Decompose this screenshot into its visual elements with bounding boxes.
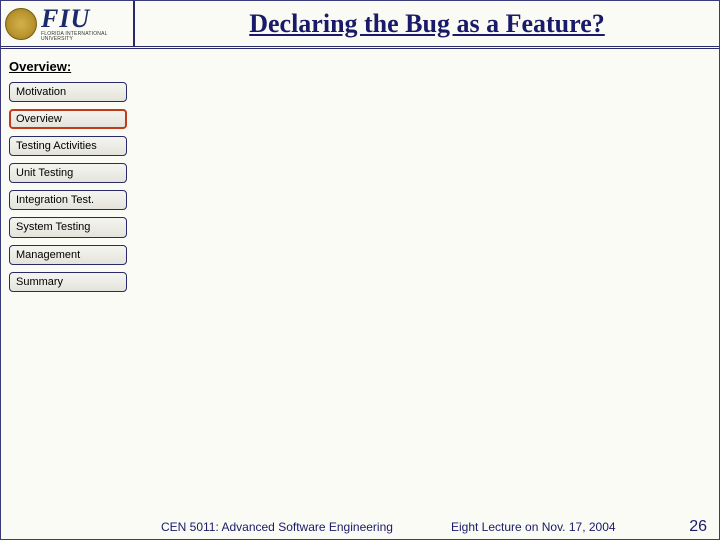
footer-page-number: 26 <box>689 518 707 536</box>
slide-title: Declaring the Bug as a Feature? <box>249 9 605 39</box>
sidebar-item-integration-test[interactable]: Integration Test. <box>9 190 127 210</box>
sidebar: Overview: Motivation Overview Testing Ac… <box>1 49 135 517</box>
sidebar-item-summary[interactable]: Summary <box>9 272 127 292</box>
sidebar-item-testing-activities[interactable]: Testing Activities <box>9 136 127 156</box>
logo-box: FIU FLORIDA INTERNATIONAL UNIVERSITY <box>1 1 135 46</box>
logo-text-block: FIU FLORIDA INTERNATIONAL UNIVERSITY <box>41 6 129 42</box>
title-box: Declaring the Bug as a Feature? <box>135 1 719 46</box>
footer-course: CEN 5011: Advanced Software Engineering <box>161 520 393 534</box>
logo-acronym: FIU <box>41 6 129 32</box>
logo-fullname: FLORIDA INTERNATIONAL UNIVERSITY <box>41 32 129 42</box>
sidebar-item-motivation[interactable]: Motivation <box>9 82 127 102</box>
sidebar-nav: Motivation Overview Testing Activities U… <box>7 82 129 292</box>
slide: FIU FLORIDA INTERNATIONAL UNIVERSITY Dec… <box>0 0 720 540</box>
sidebar-section-label: Overview: <box>7 59 129 74</box>
footer: CEN 5011: Advanced Software Engineering … <box>1 515 719 539</box>
footer-lecture: Eight Lecture on Nov. 17, 2004 <box>451 520 616 534</box>
university-seal-icon <box>5 8 37 40</box>
content-area <box>135 49 719 517</box>
sidebar-item-overview[interactable]: Overview <box>9 109 127 129</box>
header: FIU FLORIDA INTERNATIONAL UNIVERSITY Dec… <box>1 1 719 49</box>
body: Overview: Motivation Overview Testing Ac… <box>1 49 719 517</box>
sidebar-item-system-testing[interactable]: System Testing <box>9 217 127 237</box>
sidebar-item-unit-testing[interactable]: Unit Testing <box>9 163 127 183</box>
sidebar-item-management[interactable]: Management <box>9 245 127 265</box>
